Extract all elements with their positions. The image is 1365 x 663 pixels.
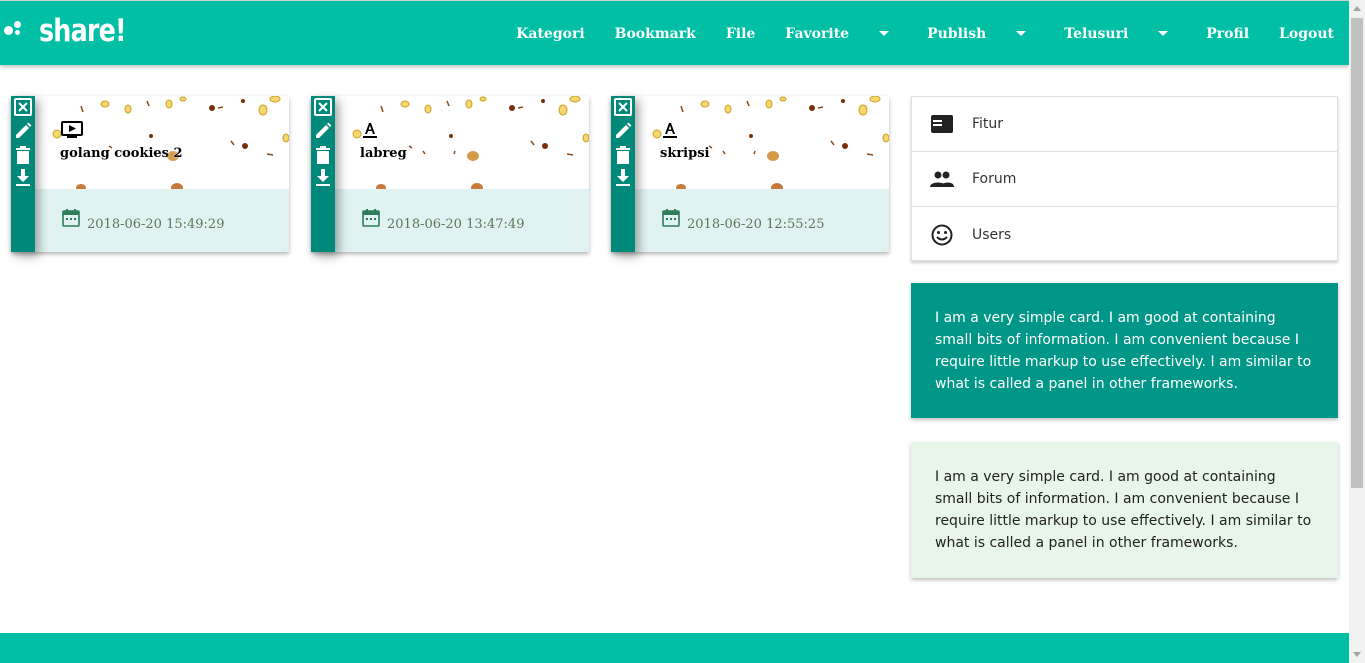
pencil-icon[interactable] xyxy=(313,121,333,141)
calendar-icon xyxy=(62,209,80,231)
pencil-icon[interactable] xyxy=(13,121,33,141)
file-date: 2018-06-20 13:47:49 xyxy=(387,217,525,232)
card-footer: 2018-06-20 15:49:29 xyxy=(35,189,289,252)
nav-label: Profil xyxy=(1206,25,1250,42)
info-card: I am a very simple card. I am good at co… xyxy=(911,283,1338,418)
nav-label: Telusuri xyxy=(1064,25,1129,42)
nav-item-profil[interactable]: Profil xyxy=(1206,26,1249,42)
card-action-bar xyxy=(11,96,35,252)
sidebar-item-users[interactable]: Users xyxy=(912,207,1337,262)
footer xyxy=(0,633,1349,663)
file-title[interactable]: skripsi xyxy=(660,146,709,161)
download-icon[interactable] xyxy=(313,168,333,188)
file-title[interactable]: golang cookies 2 xyxy=(60,146,183,161)
scroll-down-icon[interactable] xyxy=(1353,652,1361,657)
file-card[interactable]: skripsi 2018-06-20 12:55:25 xyxy=(611,96,889,252)
nav-item-kategori[interactable]: Kategori xyxy=(516,26,584,42)
card-action-bar xyxy=(311,96,335,252)
file-date: 2018-06-20 12:55:25 xyxy=(687,217,825,232)
sidebar-item-label: Users xyxy=(972,226,1012,243)
download-icon[interactable] xyxy=(13,168,33,188)
close-box-icon[interactable] xyxy=(313,97,333,117)
file-date: 2018-06-20 15:49:29 xyxy=(87,217,225,232)
nav-item-file[interactable]: File xyxy=(726,26,755,42)
caret-down-icon xyxy=(879,31,890,36)
calendar-icon xyxy=(362,209,380,231)
sidebar-item-forum[interactable]: Forum xyxy=(912,152,1337,207)
info-card-text: I am a very simple card. I am good at co… xyxy=(935,469,1312,551)
close-box-icon[interactable] xyxy=(13,97,33,117)
nav-label: Favorite xyxy=(785,25,850,42)
nav-label: Publish xyxy=(927,25,987,42)
nav-label: Kategori xyxy=(516,25,585,42)
nav-item-bookmark[interactable]: Bookmark xyxy=(615,26,696,42)
nav-item-publish[interactable]: Publish xyxy=(927,25,1027,42)
nav-item-favorite[interactable]: Favorite xyxy=(785,25,890,42)
brand-name: share! xyxy=(39,13,127,49)
smiley-icon xyxy=(930,223,954,247)
sidebar-item-fitur[interactable]: Fitur xyxy=(912,97,1337,152)
sidebar-item-label: Forum xyxy=(972,171,1017,187)
brand-logo[interactable]: share! xyxy=(4,13,145,49)
web-icon xyxy=(930,112,954,136)
calendar-icon xyxy=(662,209,680,231)
navbar: share! Kategori Bookmark File Favorite P… xyxy=(0,0,1349,65)
card-image: golang cookies 2 xyxy=(35,96,289,189)
trash-icon[interactable] xyxy=(13,145,33,165)
pencil-icon[interactable] xyxy=(613,121,633,141)
sidebar-menu: Fitur Forum Users xyxy=(911,96,1338,261)
text-format-icon xyxy=(661,121,679,143)
nav-label: Bookmark xyxy=(614,25,696,42)
file-card[interactable]: golang cookies 2 2018-06-20 15:49:29 xyxy=(11,96,289,252)
card-action-bar xyxy=(611,96,635,252)
card-image: labreg xyxy=(335,96,589,189)
nav-item-telusuri[interactable]: Telusuri xyxy=(1064,25,1169,42)
caret-down-icon xyxy=(1158,31,1169,36)
trash-icon[interactable] xyxy=(313,145,333,165)
people-icon xyxy=(930,167,954,191)
scrollbar-thumb[interactable] xyxy=(1351,18,1363,488)
card-image: skripsi xyxy=(635,96,889,189)
scrollbar[interactable] xyxy=(1349,0,1365,663)
card-footer: 2018-06-20 12:55:25 xyxy=(635,189,889,252)
video-icon xyxy=(61,121,83,143)
text-format-icon xyxy=(361,121,379,143)
card-footer: 2018-06-20 13:47:49 xyxy=(335,189,589,252)
caret-down-icon xyxy=(1016,31,1027,36)
nav-label: Logout xyxy=(1279,25,1334,42)
nav-item-logout[interactable]: Logout xyxy=(1279,26,1334,42)
close-box-icon[interactable] xyxy=(613,97,633,117)
download-icon[interactable] xyxy=(613,168,633,188)
scroll-up-icon[interactable] xyxy=(1353,6,1361,11)
sidebar-item-label: Fitur xyxy=(972,116,1004,132)
nav-menu: Kategori Bookmark File Favorite Publish … xyxy=(486,1,1334,66)
info-card: I am a very simple card. I am good at co… xyxy=(911,442,1338,578)
info-card-text: I am a very simple card. I am good at co… xyxy=(935,310,1312,392)
nav-label: File xyxy=(725,25,756,42)
trash-icon[interactable] xyxy=(613,145,633,165)
file-title[interactable]: labreg xyxy=(360,146,407,161)
file-card[interactable]: labreg 2018-06-20 13:47:49 xyxy=(311,96,589,252)
logo-dots-icon xyxy=(4,16,34,46)
